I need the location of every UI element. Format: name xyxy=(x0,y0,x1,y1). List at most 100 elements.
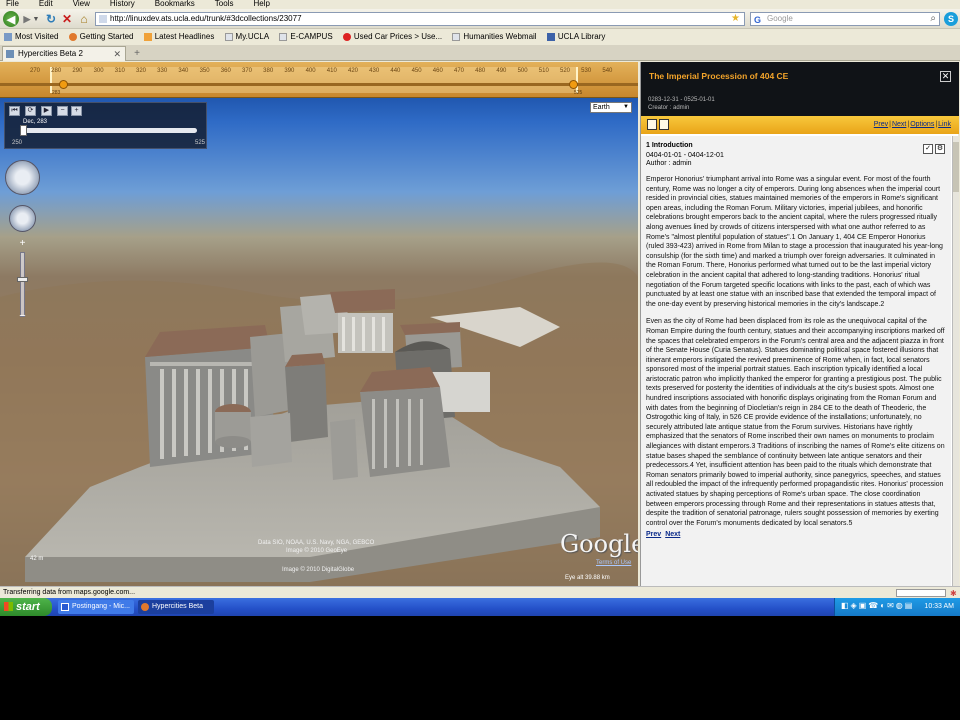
tab-title: Hypercities Beta 2 xyxy=(18,49,83,58)
timeline-tick-label: 470 xyxy=(453,68,465,74)
reload-button[interactable]: ↻ xyxy=(44,11,58,27)
timeline-end-label: 525 xyxy=(574,90,583,96)
google-earth-map[interactable]: 270 280 290 300 310 320 330 340 350 360 370 380 390 4… xyxy=(0,62,638,586)
timeline-tick-label: 530 xyxy=(581,68,592,74)
attribution-line: Image © 2010 GeoEye xyxy=(286,548,348,554)
tab-close-icon[interactable]: ✕ xyxy=(113,47,121,61)
page-icon xyxy=(452,33,461,41)
menu-help[interactable]: Help xyxy=(253,0,269,8)
timeline-tick-label: 460 xyxy=(432,68,443,74)
start-button[interactable]: start xyxy=(0,598,52,616)
close-icon[interactable]: ✕ xyxy=(940,71,951,82)
bookmark-star-icon[interactable]: ★ xyxy=(731,13,740,25)
bookmark-most-visited[interactable]: Most Visited xyxy=(4,30,58,44)
timeline-start-label: 283 xyxy=(52,90,61,96)
zoom-in-icon[interactable]: + xyxy=(71,106,82,116)
bookmark-humanities-webmail[interactable]: Humanities Webmail xyxy=(452,30,537,44)
skype-icon[interactable]: S xyxy=(944,12,958,26)
gear-icon[interactable]: ⚙ xyxy=(935,144,945,154)
tray-icons[interactable]: ◧◈▣☎◐✉◍▤ xyxy=(841,601,914,610)
timeline-end-handle[interactable] xyxy=(569,80,578,89)
history-dropdown-button[interactable]: ▼ xyxy=(32,11,40,27)
section-title: 1 Introduction xyxy=(646,142,693,149)
status-text: Transferring data from maps.google.com..… xyxy=(3,589,136,596)
play-icon[interactable]: ⟳ xyxy=(25,106,36,116)
word-icon xyxy=(61,603,69,611)
google-search-icon: G xyxy=(754,15,762,25)
tab-hypercities[interactable]: Hypercities Beta 2 ✕ xyxy=(2,46,126,61)
map-zoom-knob[interactable] xyxy=(17,277,28,282)
map-zoom-in-icon[interactable]: + xyxy=(17,239,28,250)
bookmark-used-car-prices[interactable]: Used Car Prices > Use... xyxy=(342,30,442,44)
map-zoom-slider[interactable] xyxy=(20,252,25,317)
panel-dates: 0283-12-31 - 0525-01-01 xyxy=(648,97,715,103)
home-button[interactable]: ⌂ xyxy=(77,11,91,27)
link-link[interactable]: Link xyxy=(938,121,951,128)
bottom-next-link[interactable]: Next xyxy=(665,531,680,538)
bookmark-ucla-library[interactable]: UCLA Library xyxy=(546,30,605,44)
bookmark-e-campus[interactable]: E-CAMPUS xyxy=(279,30,333,44)
bookmark-latest-headlines[interactable]: Latest Headlines xyxy=(143,30,214,44)
panel-toolbar: Prev|Next|Options|Link xyxy=(641,116,959,134)
eye-altitude: Eye alt 39.88 km xyxy=(565,575,610,581)
desktop-screen: File Edit View History Bookmarks Tools Help ◀ … xyxy=(0,0,960,616)
search-input[interactable]: G Google ⌕ xyxy=(750,12,940,26)
timeline-tick-label: 450 xyxy=(411,68,422,74)
map-zoom-out-icon[interactable]: − xyxy=(17,311,28,323)
menu-view[interactable]: View xyxy=(73,0,90,8)
page-favicon-icon xyxy=(99,15,107,23)
forum-3d-model xyxy=(0,262,638,586)
timeline-start-handle[interactable] xyxy=(59,80,68,89)
new-tab-button[interactable]: + xyxy=(130,47,144,60)
clock: 10:33 AM xyxy=(924,603,954,610)
map-attribution: Data SIO, NOAA, U.S. Navy, NGA, GEBCO Im… xyxy=(258,539,374,555)
check-icon[interactable]: ✓ xyxy=(923,144,933,154)
progress-bar xyxy=(896,589,946,597)
panel-scrollbar[interactable] xyxy=(952,136,959,586)
menu-tools[interactable]: Tools xyxy=(215,0,234,8)
navigation-compass[interactable] xyxy=(5,160,40,195)
menu-bookmarks[interactable]: Bookmarks xyxy=(155,0,195,8)
tab-strip: Hypercities Beta 2 ✕ + xyxy=(0,45,960,61)
magnifier-icon[interactable]: ⌕ xyxy=(930,13,936,25)
menu-edit[interactable]: Edit xyxy=(39,0,53,8)
next-icon[interactable]: ▶ xyxy=(41,106,52,116)
timeline-tick-label: 350 xyxy=(199,68,210,74)
menu-file[interactable]: File xyxy=(6,0,19,8)
address-bar[interactable]: http://linuxdev.ats.ucla.edu/trunk/#3dco… xyxy=(95,12,745,26)
panel-creator: Creator : admin xyxy=(648,105,690,111)
pan-control[interactable] xyxy=(9,205,36,232)
bookmark-my-ucla[interactable]: My.UCLA xyxy=(224,30,269,44)
firefox-icon xyxy=(141,603,149,611)
globe-select[interactable]: Earth ▼ xyxy=(590,102,632,113)
timeline-tick-label: 330 xyxy=(157,68,168,74)
timeline-tick-label: 270 xyxy=(29,68,41,74)
time-slider-track[interactable] xyxy=(21,128,197,133)
panel-title: The Imperial Procession of 404 CE xyxy=(649,71,789,81)
prev-link[interactable]: Prev xyxy=(874,121,888,128)
panel-meta: 0283-12-31 - 0525-01-01 Creator : admin xyxy=(648,96,715,112)
taskbar-item-word[interactable]: Postingang - Mic... xyxy=(58,600,134,614)
timeline-tick-label: 430 xyxy=(369,68,380,74)
windows-logo-icon xyxy=(4,602,13,611)
address-url: http://linuxdev.ats.ucla.edu/trunk/#3dco… xyxy=(110,14,302,23)
next-link[interactable]: Next xyxy=(892,121,906,128)
list-view-icon[interactable] xyxy=(647,119,657,130)
bookmark-getting-started[interactable]: Getting Started xyxy=(68,30,133,44)
timeline-bar[interactable]: 270 280 290 300 310 320 330 340 350 360 370 380 390 4… xyxy=(0,62,638,98)
rss-icon xyxy=(143,33,152,41)
menu-history[interactable]: History xyxy=(110,0,135,8)
tab-favicon-icon xyxy=(6,50,14,58)
terms-of-use-link[interactable]: Terms of Use xyxy=(596,560,631,566)
taskbar-item-firefox[interactable]: Hypercities Beta 2... xyxy=(138,600,214,614)
bottom-prev-link[interactable]: Prev xyxy=(646,531,661,538)
stop-button[interactable]: ✕ xyxy=(60,11,74,27)
zoom-out-icon[interactable]: − xyxy=(57,106,68,116)
options-link[interactable]: Options xyxy=(910,121,934,128)
detail-view-icon[interactable] xyxy=(659,119,669,130)
back-button[interactable]: ◀ xyxy=(3,11,19,27)
taskbar-item-label: Hypercities Beta 2... xyxy=(152,603,203,610)
time-slider-thumb[interactable] xyxy=(20,125,27,136)
scrollbar-thumb[interactable] xyxy=(953,142,959,192)
first-icon[interactable]: ⏮ xyxy=(9,106,20,116)
